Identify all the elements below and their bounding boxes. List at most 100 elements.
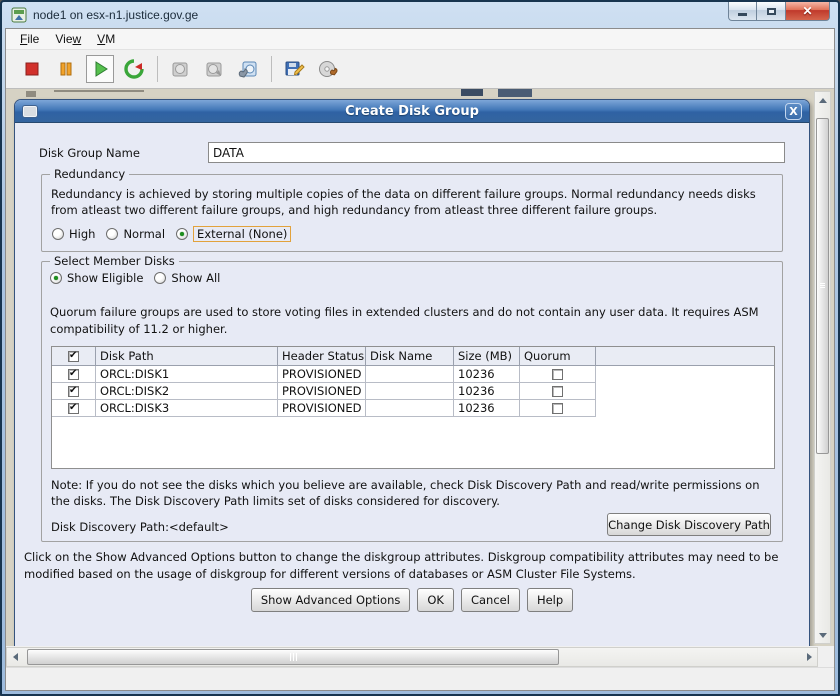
menu-bar: File View VM xyxy=(6,29,834,50)
background-window-fragment xyxy=(54,90,144,92)
quorum-checkbox[interactable] xyxy=(552,403,563,414)
menu-file[interactable]: File xyxy=(12,30,47,48)
row-select-checkbox[interactable] xyxy=(68,369,79,380)
power-off-button[interactable] xyxy=(18,55,46,83)
disk-discovery-note: Note: If you do not see the disks which … xyxy=(51,477,773,509)
take-snapshot-button[interactable] xyxy=(166,55,194,83)
radio-show-eligible-icon[interactable] xyxy=(50,272,62,284)
edit-settings-icon xyxy=(283,58,305,80)
reset-button[interactable] xyxy=(120,55,148,83)
toolbar-separator xyxy=(271,56,272,82)
scroll-up-button[interactable] xyxy=(815,92,830,108)
suspend-icon xyxy=(55,58,77,80)
member-disks-legend: Select Member Disks xyxy=(50,254,179,268)
vertical-scrollbar-thumb[interactable] xyxy=(816,118,829,454)
minimize-icon xyxy=(738,13,747,16)
dialog-close-button[interactable]: X xyxy=(785,103,802,120)
vertical-scrollbar[interactable] xyxy=(814,91,831,644)
arrow-right-icon xyxy=(807,653,812,661)
snapshot-manager-button[interactable] xyxy=(234,55,262,83)
redundancy-legend: Redundancy xyxy=(50,167,129,181)
disk-discovery-path-label: Disk Discovery Path:<default> xyxy=(51,520,229,534)
close-button[interactable]: ✕ xyxy=(785,2,830,21)
select-member-disks-group: Select Member Disks Show Eligible Show A… xyxy=(41,261,783,542)
ok-button[interactable]: OK xyxy=(417,588,454,612)
quorum-note: Quorum failure groups are used to store … xyxy=(50,304,770,338)
disk-group-name-label: Disk Group Name xyxy=(39,146,140,160)
redundancy-description: Redundancy is achieved by storing multip… xyxy=(51,186,773,218)
select-all-header-cell[interactable] xyxy=(52,347,96,366)
cell-size-mb: 10236 xyxy=(454,366,520,383)
suspend-button[interactable] xyxy=(52,55,80,83)
table-row[interactable]: ORCL:DISK1 PROVISIONED 10236 xyxy=(52,366,774,383)
power-on-button[interactable] xyxy=(86,55,114,83)
dialog-body: Disk Group Name Redundancy Redundancy is… xyxy=(15,123,809,646)
horizontal-scrollbar[interactable] xyxy=(6,647,818,667)
vm-console-window: node1 on esx-n1.justice.gov.ge ✕ File Vi… xyxy=(0,0,840,696)
window-client-area: File View VM xyxy=(5,28,835,691)
vmware-console-icon xyxy=(11,7,27,23)
create-disk-group-dialog: Create Disk Group X Disk Group Name Redu… xyxy=(14,99,810,646)
radio-show-eligible[interactable]: Show Eligible xyxy=(50,271,143,285)
quorum-checkbox[interactable] xyxy=(552,386,563,397)
column-header-quorum[interactable]: Quorum xyxy=(520,347,596,366)
power-on-icon xyxy=(89,58,111,80)
thumb-grip-icon xyxy=(820,282,825,289)
close-icon: ✕ xyxy=(802,4,812,18)
help-button[interactable]: Help xyxy=(527,588,573,612)
radio-show-all-icon[interactable] xyxy=(154,272,166,284)
take-snapshot-icon xyxy=(169,58,191,80)
dialog-title: Create Disk Group xyxy=(15,104,809,119)
row-select-checkbox[interactable] xyxy=(68,403,79,414)
radio-external-none-icon[interactable] xyxy=(176,228,188,240)
cancel-button[interactable]: Cancel xyxy=(461,588,520,612)
change-disk-discovery-path-button[interactable]: Change Disk Discovery Path xyxy=(607,513,771,536)
column-header-filler xyxy=(596,347,774,366)
background-window-fragment xyxy=(461,89,483,96)
column-header-disk-name[interactable]: Disk Name xyxy=(366,347,454,366)
arrow-left-icon xyxy=(13,653,18,661)
window-title: node1 on esx-n1.justice.gov.ge xyxy=(33,8,198,22)
select-all-checkbox[interactable] xyxy=(68,351,79,362)
column-header-disk-path[interactable]: Disk Path xyxy=(96,347,278,366)
menu-vm[interactable]: VM xyxy=(89,30,123,48)
row-select-checkbox[interactable] xyxy=(68,386,79,397)
horizontal-scrollbar-thumb[interactable] xyxy=(27,649,559,665)
scroll-left-button[interactable] xyxy=(7,648,23,666)
column-header-header-status[interactable]: Header Status xyxy=(278,347,366,366)
arrow-up-icon xyxy=(819,98,827,103)
scroll-down-button[interactable] xyxy=(815,627,830,643)
revert-snapshot-icon xyxy=(203,58,225,80)
dialog-button-row: Show Advanced Options OK Cancel Help xyxy=(15,588,809,612)
maximize-icon xyxy=(767,8,776,15)
dialog-titlebar[interactable]: Create Disk Group X xyxy=(15,100,809,123)
redundancy-options: High Normal External (None) xyxy=(52,226,302,242)
table-row[interactable]: ORCL:DISK2 PROVISIONED 10236 xyxy=(52,383,774,400)
radio-show-all[interactable]: Show All xyxy=(154,271,220,285)
show-advanced-options-button[interactable]: Show Advanced Options xyxy=(251,588,411,612)
console-viewport[interactable]: Create Disk Group X Disk Group Name Redu… xyxy=(6,89,834,646)
advanced-options-note: Click on the Show Advanced Options butto… xyxy=(24,549,802,583)
install-update-tools-button[interactable] xyxy=(314,55,342,83)
install-update-tools-icon xyxy=(317,58,339,80)
scroll-right-button[interactable] xyxy=(801,648,817,666)
cell-size-mb: 10236 xyxy=(454,400,520,417)
quorum-checkbox[interactable] xyxy=(552,369,563,380)
radio-high-icon[interactable] xyxy=(52,228,64,240)
menu-view[interactable]: View xyxy=(47,30,89,48)
revert-snapshot-button[interactable] xyxy=(200,55,228,83)
caption-buttons: ✕ xyxy=(728,2,830,21)
minimize-button[interactable] xyxy=(728,2,757,21)
snapshot-manager-icon xyxy=(237,58,259,80)
table-row[interactable]: ORCL:DISK3 PROVISIONED 10236 xyxy=(52,400,774,417)
radio-normal-icon[interactable] xyxy=(106,228,118,240)
radio-high[interactable]: High xyxy=(52,227,95,241)
cell-disk-path: ORCL:DISK3 xyxy=(96,400,278,417)
maximize-button[interactable] xyxy=(757,2,785,21)
column-header-size-mb[interactable]: Size (MB) xyxy=(454,347,520,366)
radio-normal[interactable]: Normal xyxy=(106,227,165,241)
edit-settings-button[interactable] xyxy=(280,55,308,83)
window-titlebar[interactable]: node1 on esx-n1.justice.gov.ge ✕ xyxy=(2,2,838,28)
disk-group-name-input[interactable] xyxy=(208,142,785,163)
radio-external-none[interactable]: External (None) xyxy=(176,226,291,242)
